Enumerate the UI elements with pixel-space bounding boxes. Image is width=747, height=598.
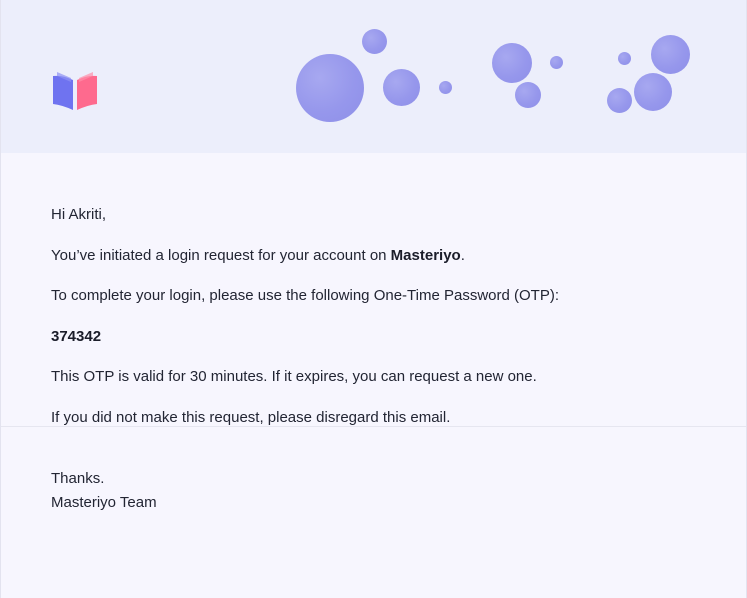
bubble-shape xyxy=(296,54,364,122)
bubble-shape xyxy=(618,52,631,65)
bubble-shape xyxy=(439,81,452,94)
bubble-shape xyxy=(651,35,690,74)
otp-validity: This OTP is valid for 30 minutes. If it … xyxy=(51,368,537,385)
bubble-shape xyxy=(550,56,563,69)
email-container: Hi Akriti, You’ve initiated a login requ… xyxy=(0,0,747,598)
email-footer: Thanks. Masteriyo Team xyxy=(1,427,746,515)
bubble-shape xyxy=(383,69,420,106)
intro-prefix: You’ve initiated a login request for you… xyxy=(51,246,391,264)
site-name: Masteriyo xyxy=(390,246,461,264)
otp-instruction: To complete your login, please use the f… xyxy=(51,287,560,304)
email-body: Hi Akriti, You’ve initiated a login requ… xyxy=(1,153,746,426)
bubble-shape xyxy=(607,88,632,113)
intro-paragraph: You’ve initiated a login request for you… xyxy=(51,246,696,266)
bubble-shape xyxy=(492,43,532,83)
footer-thanks: Thanks. xyxy=(51,470,105,487)
bubble-shape xyxy=(515,82,541,108)
intro-suffix: . xyxy=(460,246,465,264)
bubble-shape xyxy=(362,29,387,54)
bubble-shape xyxy=(634,73,672,111)
disregard-note: If you did not make this request, please… xyxy=(51,408,451,426)
greeting: Hi Akriti, xyxy=(51,206,107,223)
footer-signature: Masteriyo Team xyxy=(51,494,157,511)
otp-code: 374342 xyxy=(51,327,102,345)
email-header xyxy=(1,0,746,153)
masteriyo-book-logo-icon xyxy=(53,72,97,110)
